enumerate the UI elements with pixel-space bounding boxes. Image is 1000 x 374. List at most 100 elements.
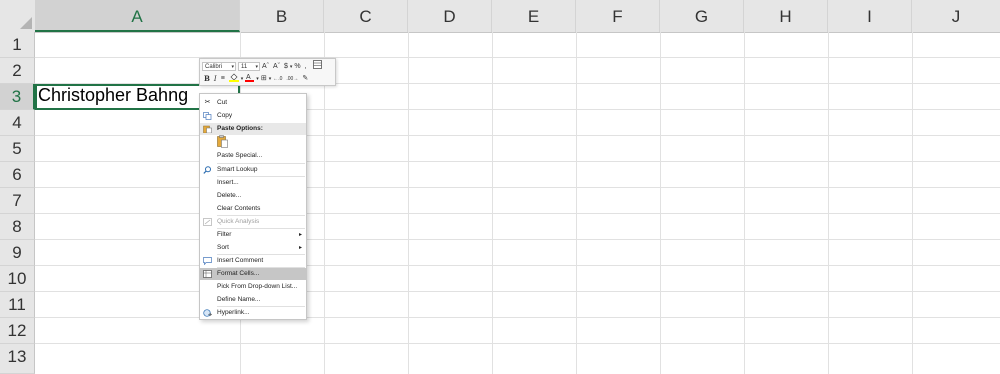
row-header-5[interactable]: 5 xyxy=(0,136,35,162)
gridline-horizontal xyxy=(35,213,1000,214)
menu-item-format-cells[interactable]: Format Cells... xyxy=(200,268,306,280)
gridline-horizontal xyxy=(35,135,1000,136)
format-painter-icon[interactable]: ✎ xyxy=(302,74,308,84)
row-header-2[interactable]: 2 xyxy=(0,58,35,84)
font-size-dropdown[interactable]: 11 ▾ xyxy=(238,62,260,71)
select-all-triangle-icon xyxy=(20,17,32,29)
menu-header-paste-options: Paste Options: xyxy=(200,123,306,135)
grow-font-icon[interactable]: Aˆ xyxy=(262,62,269,72)
increase-decimal-icon[interactable]: ←.0 xyxy=(273,74,282,84)
menu-item-hyperlink[interactable]: Hyperlink... xyxy=(200,307,306,319)
row-header-7[interactable]: 7 xyxy=(0,188,35,214)
menu-item-label: Insert Comment xyxy=(217,257,264,264)
column-header-j[interactable]: J xyxy=(912,0,1000,32)
font-name-value: Calibri xyxy=(205,64,223,70)
font-name-dropdown[interactable]: Calibri ▾ xyxy=(202,62,236,71)
align-center-icon[interactable]: ≡ xyxy=(221,74,225,84)
chevron-down-icon[interactable]: ▾ xyxy=(290,64,293,70)
column-header-e[interactable]: E xyxy=(492,0,576,32)
menu-item-insert-comment[interactable]: Insert Comment xyxy=(200,255,306,267)
shrink-font-icon[interactable]: Aˇ xyxy=(273,62,280,72)
menu-item-label: Format Cells... xyxy=(217,270,260,277)
font-color-icon[interactable]: A xyxy=(245,72,255,86)
row-header-1[interactable]: 1 xyxy=(0,32,35,58)
chevron-down-icon: ▾ xyxy=(255,64,258,70)
gridline-horizontal xyxy=(35,57,1000,58)
decrease-decimal-icon[interactable]: .00→ xyxy=(286,74,298,84)
context-menu: ✂ Cut Copy Paste Options: Paste Special.… xyxy=(199,93,307,320)
gridline-horizontal xyxy=(35,161,1000,162)
row-header-4[interactable]: 4 xyxy=(0,110,35,136)
format-table-icon[interactable] xyxy=(312,60,322,73)
menu-item-label: Quick Analysis xyxy=(217,218,260,225)
column-header-g[interactable]: G xyxy=(660,0,744,32)
copy-icon xyxy=(203,112,212,120)
menu-item-paste-special[interactable]: Paste Special... xyxy=(200,150,306,162)
chevron-down-icon[interactable]: ▾ xyxy=(269,76,272,82)
menu-item-quick-analysis: Quick Analysis xyxy=(200,216,306,228)
gridline-horizontal xyxy=(35,317,1000,318)
search-icon xyxy=(203,166,212,174)
column-header-h[interactable]: H xyxy=(744,0,828,32)
column-header-c[interactable]: C xyxy=(324,0,408,32)
row-header-12[interactable]: 12 xyxy=(0,318,35,344)
format-cells-icon xyxy=(203,270,212,278)
select-all-corner[interactable] xyxy=(0,0,36,32)
menu-item-clear-contents[interactable]: Clear Contents xyxy=(200,203,306,215)
menu-item-delete[interactable]: Delete... xyxy=(200,190,306,202)
paste-icon xyxy=(203,125,212,134)
gridline-horizontal xyxy=(35,291,1000,292)
borders-icon[interactable]: ⊞ xyxy=(261,74,267,84)
menu-item-label: Hyperlink... xyxy=(217,309,250,316)
menu-item-pick-from-dropdown[interactable]: Pick From Drop-down List... xyxy=(200,281,306,293)
column-header-i[interactable]: I xyxy=(828,0,912,32)
row-header-10[interactable]: 10 xyxy=(0,266,35,292)
italic-button[interactable]: I xyxy=(214,74,217,84)
menu-item-insert[interactable]: Insert... xyxy=(200,177,306,189)
gridline-horizontal xyxy=(35,343,1000,344)
menu-item-label: Paste Special... xyxy=(217,152,263,159)
percent-style-icon[interactable]: % xyxy=(294,62,300,72)
row-header-8[interactable]: 8 xyxy=(0,214,35,240)
menu-item-label: Define Name... xyxy=(217,296,261,303)
column-header-a[interactable]: A xyxy=(35,0,240,32)
menu-item-sort[interactable]: Sort ▸ xyxy=(200,242,306,254)
cell-a3-value[interactable]: Christopher Bahng xyxy=(38,85,188,106)
menu-item-filter[interactable]: Filter ▸ xyxy=(200,229,306,241)
chevron-down-icon[interactable]: ▾ xyxy=(241,76,244,82)
row-header-6[interactable]: 6 xyxy=(0,162,35,188)
quick-analysis-icon xyxy=(203,218,212,226)
menu-item-label: Sort xyxy=(217,244,229,251)
menu-item-cut[interactable]: ✂ Cut xyxy=(200,97,306,109)
row-header-9[interactable]: 9 xyxy=(0,240,35,266)
menu-item-copy[interactable]: Copy xyxy=(200,110,306,122)
currency-format-icon[interactable]: $ xyxy=(284,62,288,72)
bold-button[interactable]: B xyxy=(204,74,210,84)
row-header-13[interactable]: 13 xyxy=(0,344,35,374)
comment-icon xyxy=(203,257,212,266)
menu-item-label: Filter xyxy=(217,231,232,238)
row-header-3[interactable]: 3 xyxy=(0,84,35,110)
menu-item-label: Paste Options: xyxy=(217,125,263,132)
chevron-right-icon: ▸ xyxy=(298,232,302,238)
menu-item-smart-lookup[interactable]: Smart Lookup xyxy=(200,164,306,176)
spreadsheet-grid[interactable]: A B C D E F G H I J 1 2 3 4 5 6 7 8 9 10… xyxy=(0,0,1000,374)
column-header-f[interactable]: F xyxy=(576,0,660,32)
paste-clipboard-icon[interactable] xyxy=(217,135,228,148)
menu-item-define-name[interactable]: Define Name... xyxy=(200,294,306,306)
menu-item-label: Copy xyxy=(217,112,233,119)
mini-toolbar-row-2: B I ≡ ▾ A ▾ ⊞ ▾ ←.0 .00→ ✎ xyxy=(202,73,310,84)
menu-item-label: Cut xyxy=(217,99,228,106)
menu-item-label: Clear Contents xyxy=(217,205,261,212)
menu-item-label: Delete... xyxy=(217,192,242,199)
font-size-value: 11 xyxy=(241,64,248,70)
chevron-down-icon[interactable]: ▾ xyxy=(256,76,259,82)
hyperlink-globe-icon xyxy=(203,309,212,317)
fill-color-icon[interactable] xyxy=(228,72,239,86)
row-header-11[interactable]: 11 xyxy=(0,292,35,318)
chevron-right-icon: ▸ xyxy=(298,245,302,251)
comma-style-icon[interactable]: , xyxy=(305,62,307,72)
column-header-b[interactable]: B xyxy=(240,0,324,32)
column-header-d[interactable]: D xyxy=(408,0,492,32)
gridline-horizontal xyxy=(35,239,1000,240)
